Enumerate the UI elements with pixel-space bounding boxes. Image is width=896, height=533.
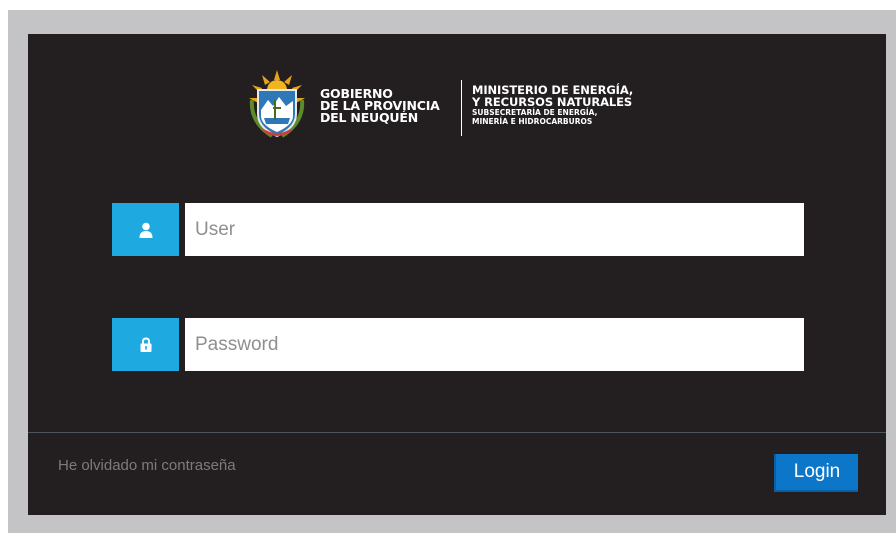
footer-divider	[28, 432, 886, 433]
user-field-group	[112, 203, 804, 256]
lock-icon	[112, 318, 179, 371]
user-icon	[112, 203, 179, 256]
login-button[interactable]: Login	[774, 454, 858, 492]
logo: GOBIERNO DE LA PROVINCIA DEL NEUQUÉN MIN…	[246, 70, 676, 142]
province-crest-icon	[249, 70, 305, 138]
government-name: GOBIERNO DE LA PROVINCIA DEL NEUQUÉN	[320, 87, 440, 125]
password-input[interactable]	[185, 318, 804, 371]
gov-line-3: DEL NEUQUÉN	[320, 110, 418, 125]
forgot-password-link[interactable]: He olvidado mi contraseña	[58, 457, 236, 474]
login-panel: GOBIERNO DE LA PROVINCIA DEL NEUQUÉN MIN…	[28, 34, 886, 515]
subsecretariat-line-2: MINERÍA E HIDROCARBUROS	[472, 117, 593, 126]
ministry-name: MINISTERIO DE ENERGÍA, Y RECURSOS NATURA…	[472, 84, 633, 126]
subsecretariat-line-1: SUBSECRETARÍA DE ENERGÍA,	[472, 108, 598, 117]
ministry-line-2: Y RECURSOS NATURALES	[472, 95, 633, 109]
password-field-group	[112, 318, 804, 371]
logo-divider	[461, 80, 462, 136]
user-input[interactable]	[185, 203, 804, 256]
